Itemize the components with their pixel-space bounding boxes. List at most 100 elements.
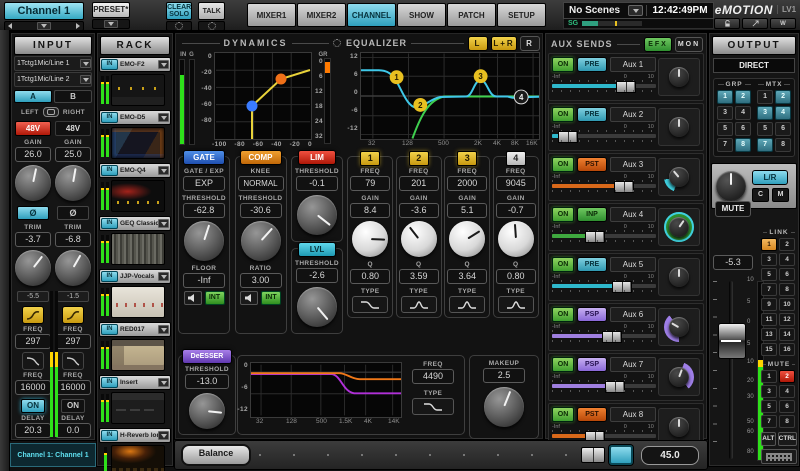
limiter-header-button[interactable]: LIM [298, 150, 336, 165]
link-cell-13[interactable]: 13 [761, 328, 777, 341]
eq-band-1-button[interactable]: 1 [360, 151, 380, 166]
plugin-thumbnail[interactable] [111, 286, 165, 318]
waves-logo-icon[interactable]: W [770, 18, 796, 29]
grp-cell-6[interactable]: 6 [735, 122, 751, 136]
eq-curve-graph[interactable]: 1 2 3 4 [360, 52, 540, 140]
source-dropdown-icon[interactable] [80, 75, 91, 84]
aux-1-level-fader[interactable]: -Inf010 [552, 74, 656, 96]
balance-button[interactable]: Balance [181, 444, 251, 466]
trim-right-knob[interactable] [55, 250, 91, 286]
aux-3-pan-knob[interactable] [669, 167, 689, 187]
mute-cell-3[interactable]: 3 [761, 385, 777, 398]
prev-channel-button[interactable] [8, 23, 12, 29]
plugin-in-button[interactable]: IN [101, 430, 118, 441]
aux-6-level-fader[interactable]: -Inf010 [552, 324, 656, 346]
link-cell-6[interactable]: 6 [779, 268, 795, 281]
aux-5-level-fader[interactable]: -Inf010 [552, 274, 656, 296]
plugin-thumbnail[interactable] [111, 392, 165, 424]
eq-band-3-gain-knob[interactable] [449, 221, 485, 257]
gate-listen-button[interactable] [184, 291, 202, 305]
channel-name-display[interactable]: Channel 1 [4, 2, 84, 20]
hpf-left-button[interactable] [22, 306, 44, 324]
eq-band-4-freq[interactable]: 9045 [496, 176, 536, 191]
deesser-curve-graph[interactable] [250, 362, 402, 418]
limiter-threshold-knob[interactable] [297, 195, 337, 235]
aux-3-name[interactable]: Aux 3 [610, 157, 656, 172]
plugin-dropdown-icon[interactable] [158, 272, 169, 281]
plugin-in-button[interactable]: IN [101, 112, 118, 123]
left-scroll-strip[interactable] [0, 30, 10, 471]
aux-2-name[interactable]: Aux 2 [610, 107, 656, 122]
input-source-1[interactable]: 1Tctg1Mic/Line 1 [14, 56, 92, 71]
phase-right-button[interactable]: Ø [57, 206, 89, 220]
aux-4-mode-button[interactable]: INP [577, 207, 607, 222]
hpf-right-value[interactable]: 297 [55, 334, 91, 349]
plugin-thumbnail[interactable] [111, 180, 165, 212]
link-cell-3[interactable]: 3 [761, 253, 777, 266]
comp-threshold-knob[interactable] [241, 221, 281, 261]
eq-band-2-button[interactable]: 2 [409, 151, 429, 166]
link-cell-1[interactable]: 1 [761, 238, 777, 251]
preset-dropdown-button[interactable] [104, 20, 118, 28]
balance-slider-handle[interactable] [581, 447, 605, 463]
tab-patch[interactable]: PATCH [447, 3, 496, 27]
aux-4-level-fader[interactable]: -Inf010 [552, 224, 656, 246]
mute-cell-4[interactable]: 4 [779, 385, 795, 398]
aux-efx-button[interactable]: EFX [644, 37, 672, 52]
plugin-dropdown-icon[interactable] [158, 219, 169, 228]
plugin-dropdown-icon[interactable] [158, 113, 169, 122]
aux-3-on-button[interactable]: ON [552, 157, 574, 172]
plugin-thumbnail[interactable] [111, 339, 165, 371]
plugin-in-button[interactable]: IN [101, 218, 118, 229]
eq-band-2-type-button[interactable] [401, 296, 437, 313]
input-b-button[interactable]: B [54, 90, 92, 103]
link-cell-10[interactable]: 10 [779, 298, 795, 311]
aux-2-pan-knob[interactable] [669, 117, 689, 137]
level-threshold-knob[interactable] [297, 287, 337, 327]
eq-band-3-q[interactable]: 3.64 [447, 269, 487, 284]
tab-mixer2[interactable]: MIXER2 [297, 3, 346, 27]
deesser-threshold-knob[interactable] [189, 393, 225, 429]
mute-cell-1[interactable]: 1 [761, 370, 777, 383]
aux-1-mode-button[interactable]: PRE [577, 57, 607, 72]
scene-dropdown-button[interactable] [628, 5, 643, 16]
gain-left-value[interactable]: 26.0 [15, 147, 51, 162]
channel-dropdown-button[interactable] [37, 22, 51, 30]
mtx-cell-4[interactable]: 4 [775, 106, 791, 120]
plugin-in-button[interactable]: IN [101, 165, 118, 176]
aux-7-mode-button[interactable]: PSP [577, 357, 607, 372]
level-header-button[interactable]: LVL [298, 242, 336, 257]
plugin-dropdown-icon[interactable] [158, 166, 169, 175]
output-c-button[interactable]: C [752, 188, 769, 202]
makeup-value[interactable]: 2.5 [483, 368, 525, 383]
lock-icon[interactable] [714, 18, 740, 29]
gate-int-button[interactable]: INT [205, 291, 225, 305]
eq-band-2-gain[interactable]: -3.6 [399, 203, 439, 218]
tab-setup[interactable]: SETUP [497, 3, 546, 27]
link-cell-15[interactable]: 15 [761, 343, 777, 356]
aux-mon-button[interactable]: MON [675, 37, 703, 52]
eq-band-4-gain-knob[interactable] [498, 221, 534, 257]
eq-band-2-q[interactable]: 3.59 [399, 269, 439, 284]
plugin-dropdown-icon[interactable] [158, 325, 169, 334]
plugin-thumbnail[interactable] [111, 74, 165, 106]
lpf-right-button[interactable] [62, 352, 84, 370]
resize-arrow-icon[interactable] [742, 18, 768, 29]
output-mute-button[interactable]: MUTE [715, 201, 751, 217]
phase-left-button[interactable]: Ø [17, 206, 49, 220]
grp-cell-7[interactable]: 7 [717, 138, 733, 152]
aux-1-on-button[interactable]: ON [552, 57, 574, 72]
plugin-dropdown-icon[interactable] [158, 431, 169, 440]
eq-band-4-type-button[interactable] [498, 296, 534, 313]
aux-4-pan-knob[interactable] [669, 217, 689, 237]
aux-1-pan-knob[interactable] [669, 67, 689, 87]
gain-right-value[interactable]: 25.0 [55, 147, 91, 162]
phantom-48v-left-button[interactable]: 48V [15, 121, 51, 136]
keyboard-icon[interactable] [761, 449, 797, 464]
mute-cell-2[interactable]: 2 [779, 370, 795, 383]
gate-mode-value[interactable]: EXP [183, 176, 225, 191]
rack-slot-header[interactable]: IN Insert [99, 375, 171, 390]
grp-cell-8[interactable]: 8 [735, 138, 751, 152]
mtx-cell-1[interactable]: 1 [757, 90, 773, 104]
link-cell-11[interactable]: 11 [761, 313, 777, 326]
